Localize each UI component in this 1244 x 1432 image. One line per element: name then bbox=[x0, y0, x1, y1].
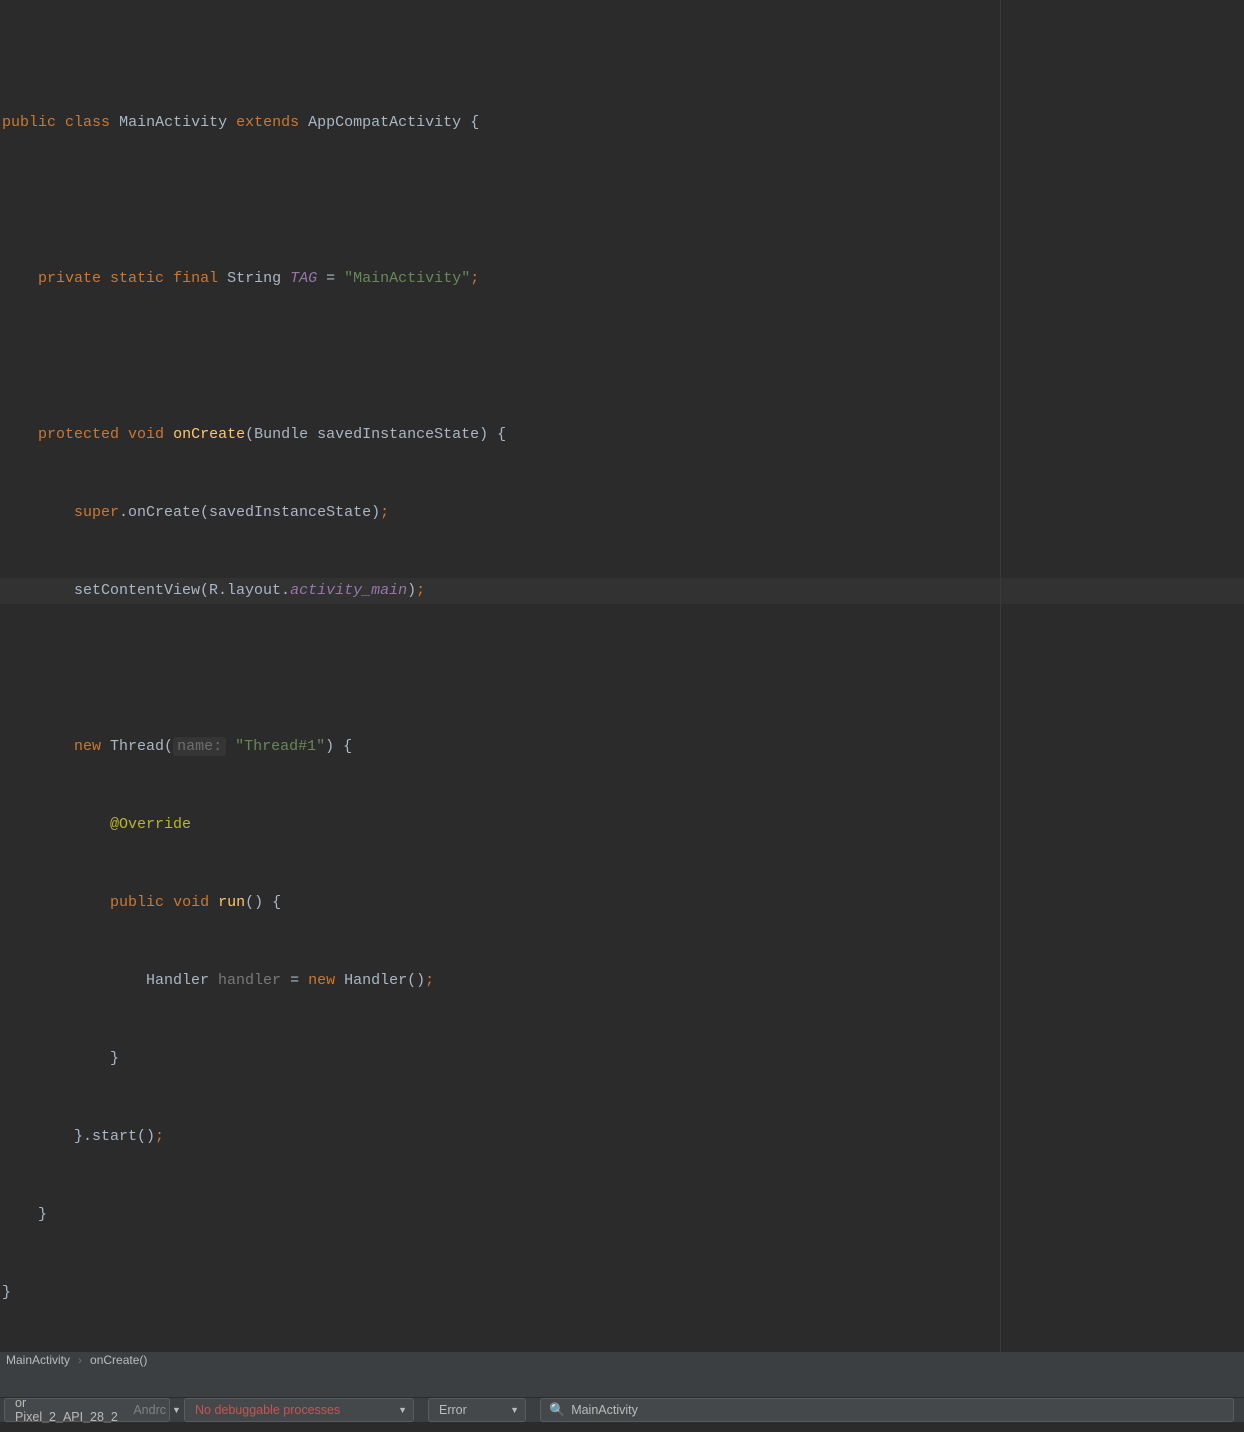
logcat-search-input[interactable]: 🔍 MainActivity bbox=[540, 1398, 1234, 1422]
chevron-down-icon: ▼ bbox=[398, 1405, 407, 1415]
kw: final bbox=[173, 270, 218, 287]
super-class: AppCompatActivity bbox=[308, 114, 461, 131]
process-selector[interactable]: No debuggable processes ▼ bbox=[184, 1398, 414, 1422]
caret-line: setContentView(R.layout.activity_main); bbox=[0, 578, 1244, 604]
kw: private bbox=[38, 270, 101, 287]
op: = bbox=[317, 270, 344, 287]
panel-gap bbox=[0, 1368, 1244, 1398]
class: Thread( bbox=[110, 738, 173, 755]
method: onCreate bbox=[173, 426, 245, 443]
kw: protected bbox=[38, 426, 119, 443]
call: .onCreate(savedInstanceState) bbox=[119, 504, 380, 521]
sig: () { bbox=[245, 894, 281, 911]
kw: new bbox=[308, 972, 344, 989]
semi: ; bbox=[425, 972, 434, 989]
brace: { bbox=[470, 114, 479, 131]
editor-right-margin bbox=[1000, 0, 1001, 1352]
brace: ) { bbox=[325, 738, 352, 755]
kw: void bbox=[173, 894, 209, 911]
class-name: MainActivity bbox=[119, 114, 227, 131]
var: handler bbox=[218, 972, 281, 989]
code-editor[interactable]: public class MainActivity extends AppCom… bbox=[0, 0, 1244, 1352]
semi: ; bbox=[380, 504, 389, 521]
op: = bbox=[281, 972, 308, 989]
log-level-value: Error bbox=[439, 1403, 467, 1417]
kw: static bbox=[110, 270, 164, 287]
kw: super bbox=[74, 504, 119, 521]
breadcrumb-class[interactable]: MainActivity bbox=[4, 1353, 72, 1367]
device-name: or Pixel_2_API_28_2 bbox=[15, 1396, 118, 1424]
type: Handler bbox=[146, 972, 218, 989]
call: }.start() bbox=[74, 1128, 155, 1145]
log-level-selector[interactable]: Error ▼ bbox=[428, 1398, 526, 1422]
process-value: No debuggable processes bbox=[195, 1403, 340, 1417]
chevron-right-icon: › bbox=[72, 1353, 88, 1367]
type: String bbox=[227, 270, 281, 287]
chevron-down-icon: ▼ bbox=[510, 1405, 519, 1415]
search-icon: 🔍 bbox=[549, 1402, 565, 1418]
resource: activity_main bbox=[290, 582, 407, 599]
semi: ; bbox=[155, 1128, 164, 1145]
kw: extends bbox=[236, 114, 299, 131]
semi: ; bbox=[416, 582, 425, 599]
device-suffix: Andrc bbox=[133, 1403, 166, 1417]
kw: void bbox=[128, 426, 164, 443]
ctor: Handler() bbox=[344, 972, 425, 989]
breadcrumb-method[interactable]: onCreate() bbox=[88, 1353, 149, 1367]
field: TAG bbox=[290, 270, 317, 287]
method: run bbox=[218, 894, 245, 911]
logcat-output[interactable]: 3-08-30 11:22:14.569 3085-3131/com.demo.… bbox=[0, 1423, 1244, 1432]
chevron-down-icon: ▼ bbox=[172, 1405, 181, 1415]
string: "Thread#1" bbox=[226, 738, 325, 755]
kw: public bbox=[110, 894, 164, 911]
brace: } bbox=[110, 1050, 119, 1067]
breadcrumb: MainActivity › onCreate() bbox=[0, 1352, 1244, 1368]
paren: ) bbox=[407, 582, 416, 599]
semi: ; bbox=[470, 270, 479, 287]
logcat-search-wrap: 🔍 MainActivity bbox=[540, 1398, 1234, 1422]
string: "MainActivity" bbox=[344, 270, 470, 287]
device-selector[interactable]: or Pixel_2_API_28_2 Andrc ▼ bbox=[4, 1398, 170, 1422]
search-value: MainActivity bbox=[571, 1403, 638, 1417]
kw: public bbox=[2, 114, 56, 131]
sig: (Bundle savedInstanceState) { bbox=[245, 426, 506, 443]
call: setContentView(R.layout. bbox=[74, 582, 290, 599]
annotation: @Override bbox=[110, 816, 191, 833]
logcat-toolbar: or Pixel_2_API_28_2 Andrc ▼ No debuggabl… bbox=[0, 1398, 1244, 1423]
param-hint: name: bbox=[177, 738, 222, 755]
brace: } bbox=[38, 1206, 47, 1223]
kw: class bbox=[65, 114, 110, 131]
brace: } bbox=[2, 1284, 11, 1301]
kw: new bbox=[74, 738, 101, 755]
